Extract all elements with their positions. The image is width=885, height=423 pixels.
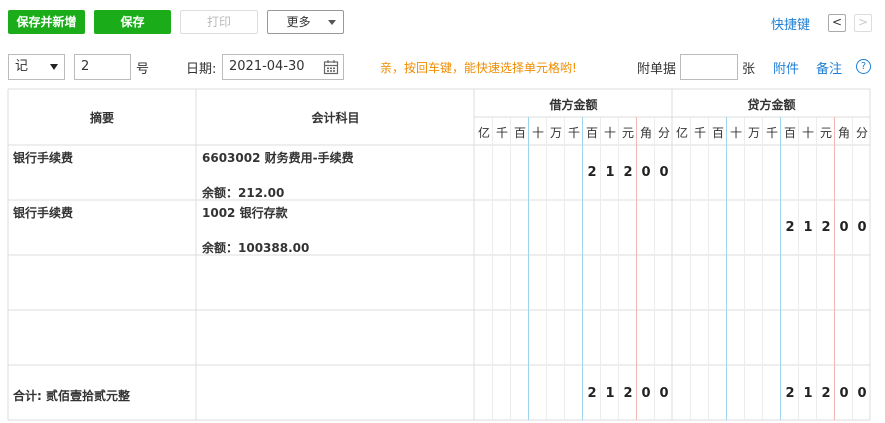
debit-unit-header: 十 xyxy=(603,126,616,140)
total-credit-digit: 2 xyxy=(821,386,831,401)
total-label: 合计: 贰佰壹拾贰元整 xyxy=(13,389,130,403)
credit-unit-header: 千 xyxy=(693,126,706,140)
credit-unit-header: 千 xyxy=(765,126,778,140)
credit-unit-header: 角 xyxy=(837,126,850,140)
total-debit-digit: 2 xyxy=(623,386,633,401)
row1-summary[interactable]: 银行手续费 xyxy=(13,149,73,166)
col-debit-header: 借方金额 xyxy=(549,98,598,112)
debit-amount-digit: 2 xyxy=(623,165,633,180)
credit-amount-digit: 2 xyxy=(821,220,831,235)
credit-amount-digit: 0 xyxy=(857,220,867,235)
credit-unit-header: 亿 xyxy=(675,126,688,140)
total-debit-digit: 0 xyxy=(641,386,651,401)
debit-unit-header: 百 xyxy=(513,126,526,140)
debit-unit-header: 十 xyxy=(531,126,544,140)
credit-amount-digit: 2 xyxy=(785,220,795,235)
credit-amount-digit: 0 xyxy=(839,220,849,235)
debit-unit-header: 分 xyxy=(657,126,670,140)
row1-balance: 余额：212.00 xyxy=(202,186,285,200)
debit-unit-header: 百 xyxy=(585,126,598,140)
total-credit-digit: 1 xyxy=(803,386,813,401)
debit-amount-digit: 1 xyxy=(605,165,615,180)
col-account-header: 会计科目 xyxy=(311,111,360,125)
debit-unit-header: 千 xyxy=(495,126,508,140)
row2-account[interactable]: 1002 银行存款 xyxy=(202,204,288,221)
credit-unit-header: 元 xyxy=(819,126,832,140)
credit-unit-header: 分 xyxy=(855,126,868,140)
debit-amount-digit: 2 xyxy=(587,165,597,180)
total-debit-digit: 2 xyxy=(587,386,597,401)
row1-account[interactable]: 6603002 财务费用-手续费 xyxy=(202,149,354,166)
debit-unit-header: 万 xyxy=(549,126,562,140)
total-credit-digit: 2 xyxy=(785,386,795,401)
debit-amount-digit: 0 xyxy=(659,165,669,180)
total-debit-digit: 0 xyxy=(659,386,669,401)
credit-unit-header: 百 xyxy=(711,126,724,140)
total-debit-digit: 1 xyxy=(605,386,615,401)
debit-unit-header: 千 xyxy=(567,126,580,140)
debit-unit-header: 亿 xyxy=(477,126,490,140)
credit-unit-header: 十 xyxy=(729,126,742,140)
row2-summary[interactable]: 银行手续费 xyxy=(13,204,73,221)
voucher-grid xyxy=(7,88,871,421)
credit-amount-digit: 1 xyxy=(803,220,813,235)
credit-unit-header: 十 xyxy=(801,126,814,140)
col-credit-header: 贷方金额 xyxy=(747,98,796,112)
credit-unit-header: 万 xyxy=(747,126,760,140)
total-credit-digit: 0 xyxy=(839,386,849,401)
col-summary-header: 摘要 xyxy=(89,111,114,125)
debit-unit-header: 元 xyxy=(621,126,634,140)
row2-balance: 余额：100388.00 xyxy=(202,241,310,255)
credit-unit-header: 百 xyxy=(783,126,796,140)
debit-unit-header: 角 xyxy=(639,126,652,140)
total-credit-digit: 0 xyxy=(857,386,867,401)
debit-amount-digit: 0 xyxy=(641,165,651,180)
